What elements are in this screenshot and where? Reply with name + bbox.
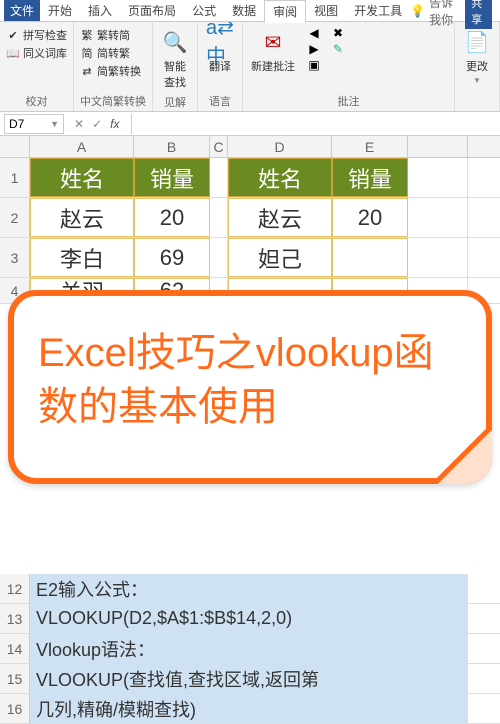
simp-to-trad-icon: 简 [80,46,94,60]
tab-layout[interactable]: 页面布局 [120,0,184,21]
row-header-2[interactable]: 2 [0,198,30,237]
cell-bluebox-15[interactable]: VLOOKUP(查找值,查找区域,返回第 [30,664,468,693]
cell-B1[interactable]: 销量 [134,158,210,197]
group-label-comments: 批注 [249,91,448,109]
tell-me-icon: 💡 [410,4,425,18]
tab-formula[interactable]: 公式 [184,0,224,21]
group-insights: 🔍 智能 查找 见解 [153,22,198,111]
ribbon-tabs: 文件 开始 插入 页面布局 公式 数据 审阅 视图 开发工具 💡 告诉我你 共享 [0,0,500,22]
share-button[interactable]: 共享 [465,0,492,29]
changes-icon: 📄 [463,28,491,56]
cell-C1[interactable] [210,158,228,197]
cell-F1[interactable] [408,158,468,197]
cell-C2[interactable] [210,198,228,237]
row-header-15[interactable]: 15 [0,664,30,693]
thesaurus-button[interactable]: 📖 同义词库 [6,44,67,62]
new-comment-icon: ✉ [259,28,287,56]
new-comment-button[interactable]: ✉ 新建批注 [249,26,297,76]
delete-comment-icon[interactable]: ✖ [331,26,345,40]
row-header-3[interactable]: 3 [0,238,30,277]
cell-E3[interactable] [332,238,408,277]
col-header-C[interactable]: C [210,136,228,157]
group-label-changes [461,107,493,109]
row-header-12[interactable]: 12 [0,574,30,603]
cell-A1[interactable]: 姓名 [30,158,134,197]
tab-data[interactable]: 数据 [224,0,264,21]
row-header-16[interactable]: 16 [0,694,30,723]
cell-C3[interactable] [210,238,228,277]
group-label-language: 语言 [204,91,236,109]
translate-button[interactable]: a⇄中 翻译 [204,26,236,76]
spell-check-icon: ✔ [6,28,20,42]
group-chinese: 繁 繁转简 简 简转繁 ⇄ 简繁转换 中文简繁转换 [74,22,153,111]
group-label-cn: 中文简繁转换 [80,91,146,109]
fx-icon[interactable]: fx [110,117,119,131]
cell-A3[interactable]: 李白 [30,238,134,277]
chevron-down-icon: ▼ [473,76,481,85]
smart-lookup-button[interactable]: 🔍 智能 查找 [159,26,191,92]
trad-to-simp-icon: 繁 [80,28,94,42]
cell-bluebox-14[interactable]: Vlookup语法： [30,634,468,663]
cancel-formula-icon[interactable]: ✕ [74,117,84,131]
cell-D2[interactable]: 赵云 [228,198,332,237]
cell-B3[interactable]: 69 [134,238,210,277]
overlay-title: Excel技巧之vlookup函数的基本使用 [38,326,462,434]
formula-bar: D7 ▼ ✕ ✓ fx [0,112,500,136]
show-comments-icon[interactable]: ▣ [307,58,321,72]
col-header-D[interactable]: D [228,136,332,157]
row-header-14[interactable]: 14 [0,634,30,663]
overlay-card: Excel技巧之vlookup函数的基本使用 [8,290,492,484]
tab-review[interactable]: 审阅 [264,0,306,23]
simp-trad-convert-icon: ⇄ [80,64,94,78]
group-label-insights: 见解 [159,92,191,110]
cell-E1[interactable]: 销量 [332,158,408,197]
group-proofing: ✔ 拼写检查 📖 同义词库 校对 [0,22,74,111]
spell-check-button[interactable]: ✔ 拼写检查 [6,26,67,44]
col-header-E[interactable]: E [332,136,408,157]
tab-home[interactable]: 开始 [40,0,80,21]
row-header-13[interactable]: 13 [0,604,30,633]
name-box-value: D7 [9,117,24,131]
cell-bluebox-13[interactable]: VLOOKUP(D2,$A$1:$B$14,2,0) [30,604,468,633]
group-comments: ✉ 新建批注 ◀ ▶ ▣ ✖ ✎ 批注 [243,22,455,111]
cell-A2[interactable]: 赵云 [30,198,134,237]
col-header-extra[interactable] [408,136,468,157]
cell-B2[interactable]: 20 [134,198,210,237]
tab-insert[interactable]: 插入 [80,0,120,21]
thesaurus-icon: 📖 [6,46,20,60]
tell-me[interactable]: 告诉我你 [429,0,461,28]
name-box[interactable]: D7 ▼ [4,114,64,134]
tab-view[interactable]: 视图 [306,0,346,21]
prev-comment-icon[interactable]: ◀ [307,26,321,40]
ribbon: ✔ 拼写检查 📖 同义词库 校对 繁 繁转简 简 简转繁 ⇄ 简繁转换 [0,22,500,112]
cell-F2[interactable] [408,198,468,237]
group-changes: 📄 更改 ▼ [455,22,500,111]
cell-E2[interactable]: 20 [332,198,408,237]
row-header-1[interactable]: 1 [0,158,30,197]
cell-F3[interactable] [408,238,468,277]
trad-to-simp-button[interactable]: 繁 繁转简 [80,26,146,44]
select-all-corner[interactable] [0,136,30,157]
ink-icon[interactable]: ✎ [331,42,345,56]
group-language: a⇄中 翻译 语言 [198,22,243,111]
next-comment-icon[interactable]: ▶ [307,42,321,56]
simp-to-trad-button[interactable]: 简 简转繁 [80,44,146,62]
col-header-A[interactable]: A [30,136,134,157]
translate-icon: a⇄中 [206,28,234,56]
tab-file[interactable]: 文件 [4,0,40,21]
formula-input[interactable] [131,114,500,134]
cell-D1[interactable]: 姓名 [228,158,332,197]
cell-D3[interactable]: 妲己 [228,238,332,277]
tab-dev[interactable]: 开发工具 [346,0,410,21]
page-fold-icon [432,424,492,484]
cell-bluebox-12[interactable]: E2输入公式： [30,574,468,603]
col-header-B[interactable]: B [134,136,210,157]
simp-trad-convert-button[interactable]: ⇄ 简繁转换 [80,62,146,80]
name-box-dropdown-icon[interactable]: ▼ [50,119,59,129]
smart-lookup-icon: 🔍 [161,28,189,56]
changes-button[interactable]: 📄 更改 ▼ [461,26,493,87]
group-label-proof: 校对 [6,91,67,109]
enter-formula-icon[interactable]: ✓ [92,117,102,131]
cell-bluebox-16[interactable]: 几列,精确/模糊查找) [30,694,468,723]
